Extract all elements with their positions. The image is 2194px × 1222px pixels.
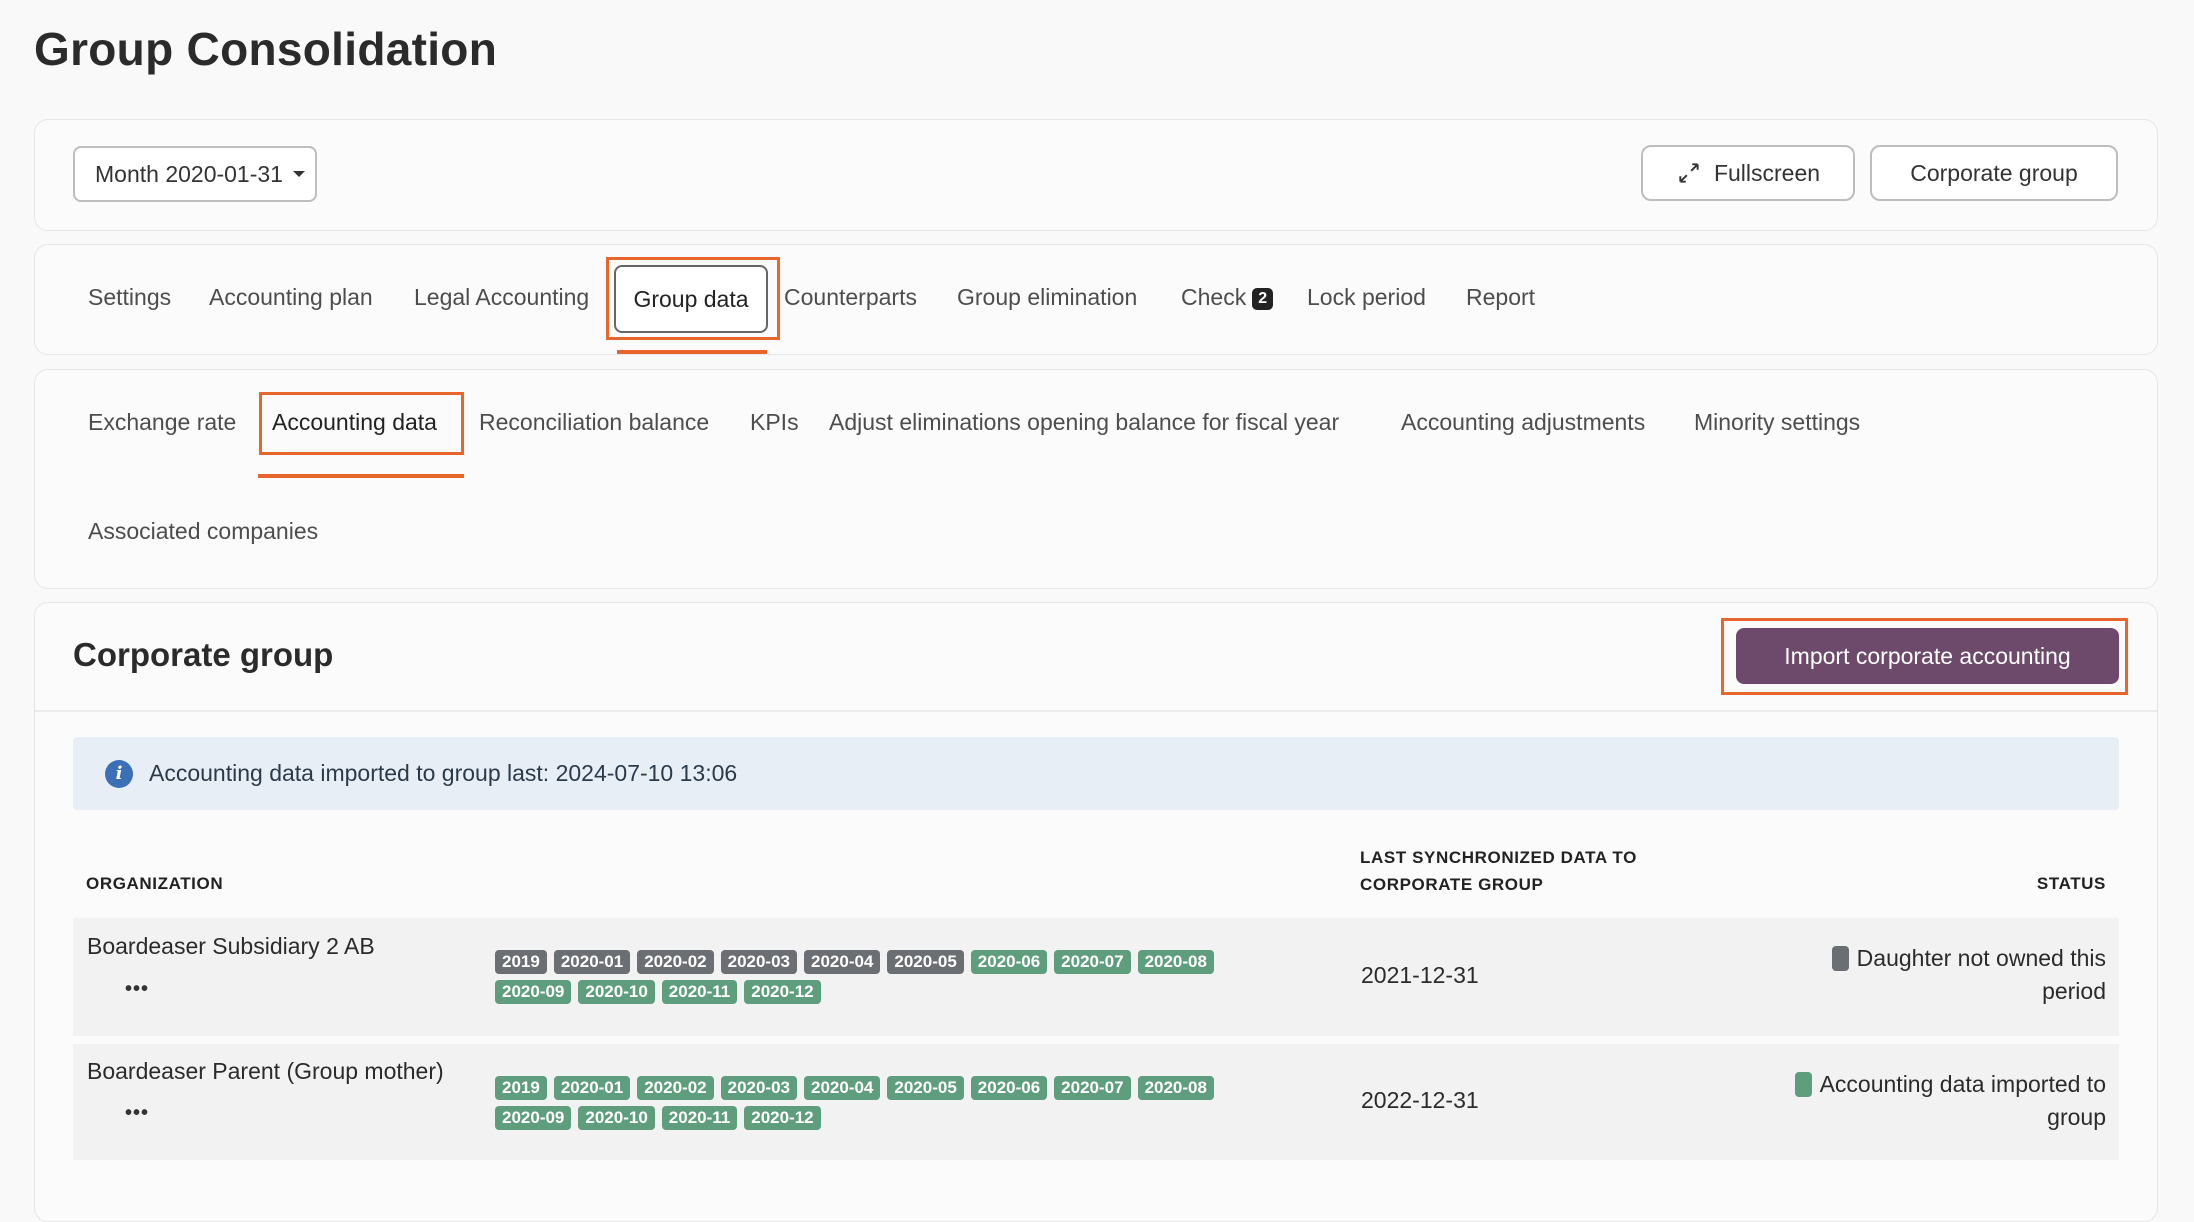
period-tag: 2020-12 — [744, 980, 821, 1004]
period-tag: 2020-12 — [744, 1106, 821, 1130]
period-tag: 2020-11 — [661, 980, 738, 1004]
chevron-down-icon — [292, 171, 305, 177]
status-cell: Accounting data imported to group — [1794, 1068, 2106, 1134]
period-tag: 2020-05 — [887, 950, 964, 974]
expand-arrows-icon — [1679, 163, 1699, 183]
subtab-accounting-data[interactable]: Accounting data — [272, 409, 437, 436]
status-text-line2: period — [2042, 978, 2106, 1004]
org-name: Boardeaser Subsidiary 2 AB — [87, 933, 375, 959]
check-count-badge: 2 — [1252, 287, 1274, 310]
org-name: Boardeaser Parent (Group mother) — [87, 1058, 444, 1084]
period-tag: 2020-10 — [578, 1106, 655, 1130]
last-sync-date: 2021-12-31 — [1361, 962, 1479, 988]
period-tag: 2020-10 — [578, 980, 655, 1004]
header-last-synchronized: LAST SYNCHRONIZED DATA TO CORPORATE GROU… — [1360, 844, 1637, 898]
period-tag: 2020-02 — [637, 1076, 714, 1100]
period-tag: 2020-07 — [1054, 950, 1131, 974]
month-select[interactable]: Month 2020-01-31 — [73, 146, 317, 202]
tab-counterparts[interactable]: Counterparts — [784, 284, 917, 311]
tab-accounting-plan[interactable]: Accounting plan — [209, 284, 373, 311]
more-actions-button[interactable]: ••• — [125, 1102, 149, 1125]
subtab-reconciliation-balance[interactable]: Reconciliation balance — [479, 409, 709, 436]
corporate-group-button[interactable]: Corporate group — [1870, 145, 2118, 201]
header-organization: ORGANIZATION — [86, 874, 224, 893]
subtab-accounting-adjustments[interactable]: Accounting adjustments — [1401, 409, 1645, 436]
info-alert: i Accounting data imported to group last… — [73, 737, 2119, 810]
subtab-exchange-rate[interactable]: Exchange rate — [88, 409, 236, 436]
info-text: Accounting data imported to group last: … — [149, 760, 738, 786]
period-tag: 2020-08 — [1137, 950, 1214, 974]
info-circle-icon: i — [105, 759, 133, 788]
status-text-line2: group — [2047, 1104, 2106, 1130]
header-last-sync-line2: CORPORATE GROUP — [1360, 875, 1544, 894]
period-tag: 2020-08 — [1137, 1076, 1214, 1100]
period-tag: 2020-04 — [804, 1076, 881, 1100]
period-tag: 2020-05 — [887, 1076, 964, 1100]
tab-report[interactable]: Report — [1466, 284, 1535, 311]
period-tag: 2020-03 — [720, 950, 797, 974]
subtab-kpis[interactable]: KPIs — [750, 409, 799, 436]
section-divider — [35, 710, 2157, 712]
fullscreen-button[interactable]: Fullscreen — [1641, 145, 1855, 201]
last-sync-date: 2022-12-31 — [1361, 1087, 1479, 1113]
status-indicator — [1831, 946, 1849, 971]
corporate-group-label: Corporate group — [1910, 159, 2078, 186]
status-indicator — [1794, 1072, 1812, 1097]
tab-settings[interactable]: Settings — [88, 284, 171, 311]
page-title: Group Consolidation — [34, 23, 498, 75]
subtab-minority-settings[interactable]: Minority settings — [1694, 409, 1860, 436]
import-button-label: Import corporate accounting — [1784, 642, 2071, 669]
period-tag: 2020-07 — [1054, 1076, 1131, 1100]
month-select-label: Month 2020-01-31 — [95, 160, 283, 187]
header-last-sync-line1: LAST SYNCHRONIZED DATA TO — [1360, 848, 1637, 867]
period-tags: 2019 2020-01 2020-02 2020-03 2020-04 202… — [495, 950, 1275, 1004]
section-title: Corporate group — [73, 636, 334, 673]
tab-check[interactable]: Check 2 — [1181, 284, 1274, 311]
tab-check-label: Check — [1181, 284, 1247, 310]
subtab-adjust-eliminations[interactable]: Adjust eliminations opening balance for … — [829, 409, 1339, 436]
tab-group-elimination[interactable]: Group elimination — [957, 284, 1137, 311]
period-tag: 2019 — [495, 1076, 547, 1100]
period-tag: 2020-01 — [553, 950, 631, 974]
status-text-line1: Daughter not owned this — [1856, 945, 2106, 971]
period-tag: 2020-09 — [495, 980, 572, 1004]
status-text-line1: Accounting data imported to — [1819, 1071, 2106, 1097]
period-tag: 2020-06 — [970, 1076, 1048, 1100]
status-cell: Daughter not owned this period — [1831, 942, 2106, 1008]
period-tag: 2020-04 — [804, 950, 881, 974]
header-status: STATUS — [2036, 874, 2106, 893]
period-tag: 2020-02 — [637, 950, 714, 974]
active-subtab-underline — [258, 474, 464, 478]
fullscreen-label: Fullscreen — [1713, 159, 1821, 186]
tab-group-data[interactable]: Group data — [614, 265, 768, 333]
tab-legal-accounting[interactable]: Legal Accounting — [414, 284, 589, 311]
period-tag: 2019 — [495, 950, 547, 974]
period-tag: 2020-06 — [970, 950, 1048, 974]
active-tab-underline — [617, 350, 767, 354]
tab-lock-period[interactable]: Lock period — [1307, 284, 1426, 311]
tab-group-data-label: Group data — [633, 285, 749, 312]
period-tag: 2020-01 — [553, 1076, 631, 1100]
period-tag: 2020-11 — [661, 1106, 738, 1130]
period-tag: 2020-03 — [720, 1076, 797, 1100]
more-actions-button[interactable]: ••• — [125, 978, 149, 1001]
period-tags: 2019 2020-01 2020-02 2020-03 2020-04 202… — [495, 1076, 1275, 1130]
period-tag: 2020-09 — [495, 1106, 572, 1130]
subtab-associated-companies[interactable]: Associated companies — [88, 518, 318, 545]
import-corporate-accounting-button[interactable]: Import corporate accounting — [1736, 628, 2119, 684]
